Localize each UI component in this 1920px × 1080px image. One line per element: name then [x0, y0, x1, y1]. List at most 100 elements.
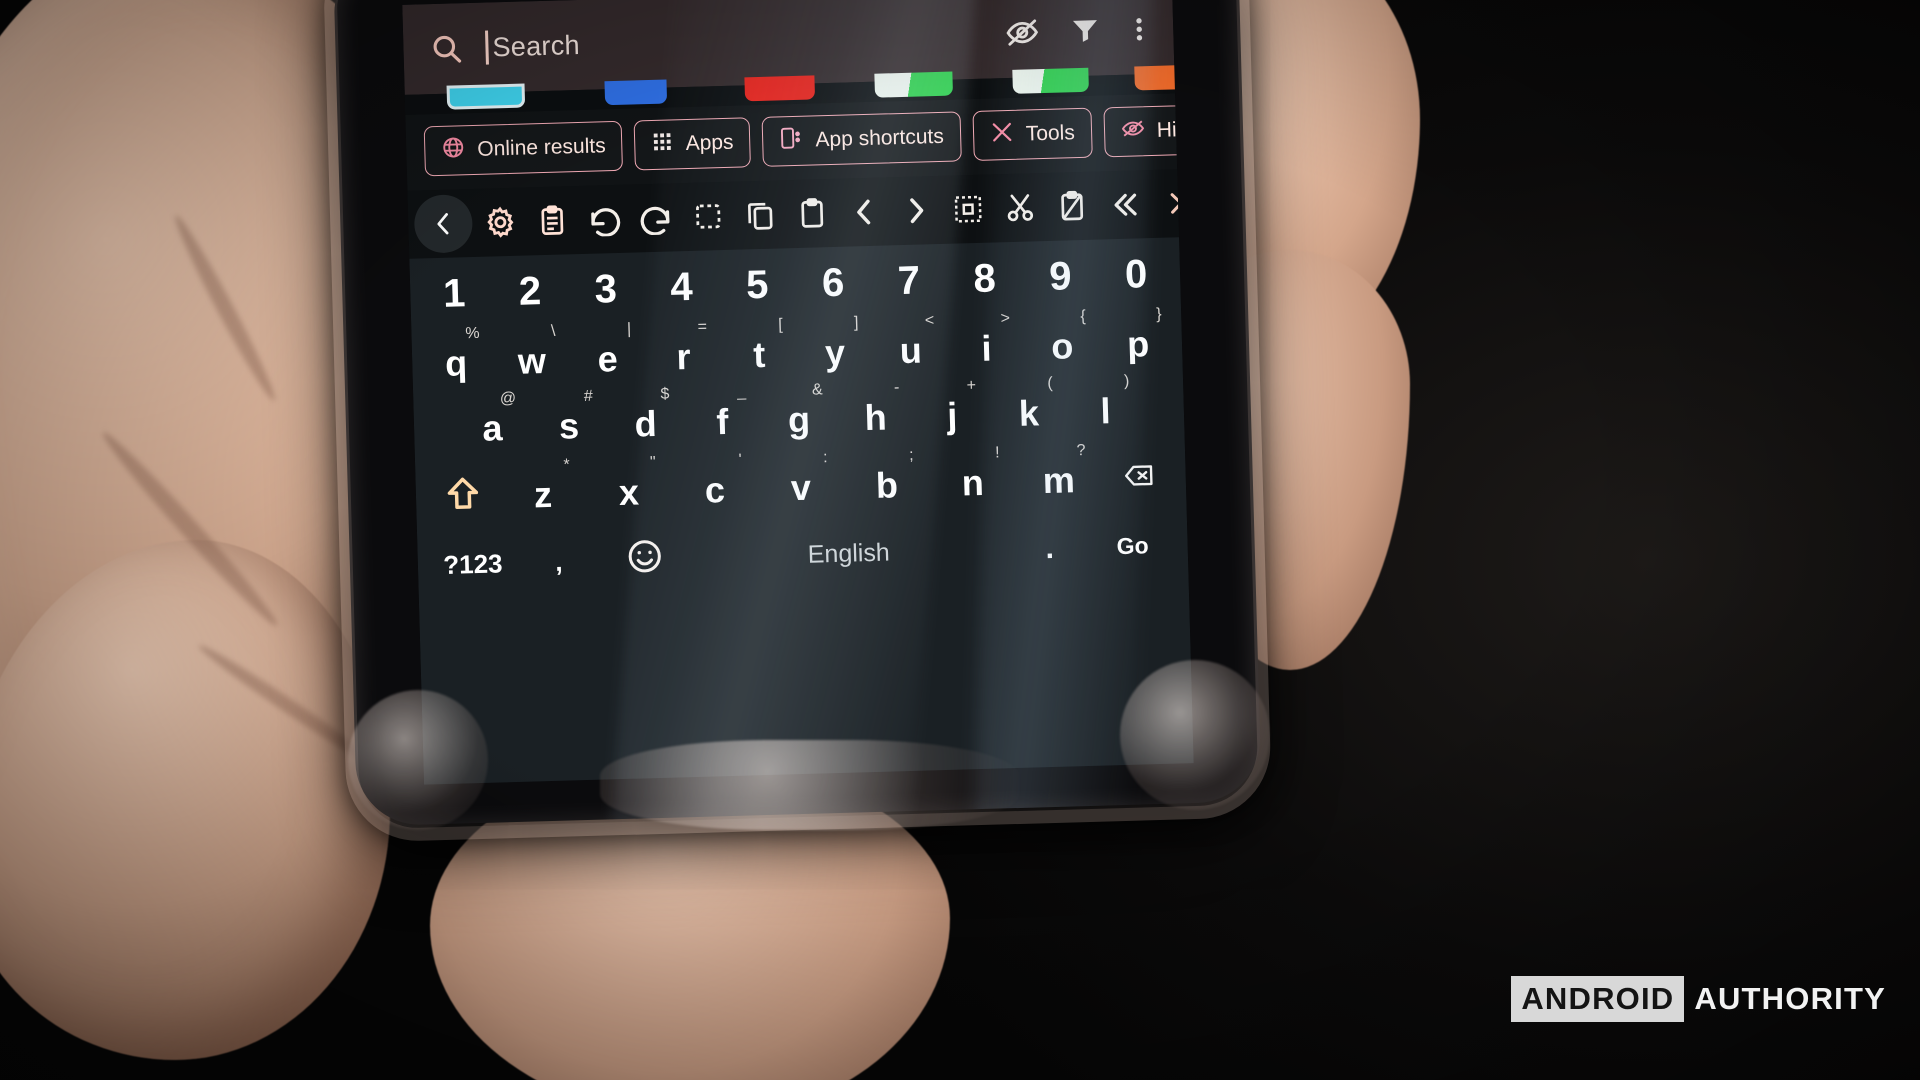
key-0[interactable]: 0: [1098, 252, 1175, 297]
key-x[interactable]: " x: [585, 453, 672, 512]
key-b[interactable]: ; b: [843, 446, 930, 505]
cut-button[interactable]: [993, 181, 1046, 234]
key-f[interactable]: _ f: [684, 383, 762, 442]
cursor-left-button[interactable]: [838, 185, 891, 238]
chip-label: App shortcuts: [815, 124, 945, 152]
key-s[interactable]: # s: [530, 388, 608, 447]
clear-clipboard-button[interactable]: [1045, 180, 1098, 233]
key-t[interactable]: [t: [721, 316, 798, 375]
key-5[interactable]: 5: [719, 263, 796, 308]
undo-button[interactable]: [578, 193, 631, 246]
key-r[interactable]: = r: [645, 319, 722, 378]
key-3[interactable]: 3: [567, 267, 644, 312]
emoji-icon: [626, 540, 665, 582]
key-m[interactable]: ? m: [1015, 441, 1102, 500]
chip-online-results[interactable]: Online results: [423, 120, 624, 177]
key-p[interactable]: } p: [1100, 306, 1177, 365]
case-corner: [348, 690, 488, 830]
chip-hidden[interactable]: Hidden: [1103, 103, 1178, 158]
select-all-button[interactable]: [682, 190, 735, 243]
key-1[interactable]: 1: [416, 271, 493, 316]
globe-icon: [441, 135, 466, 166]
key-d[interactable]: $ d: [607, 386, 685, 445]
jump-word-left-button[interactable]: [1097, 178, 1150, 231]
key-q[interactable]: % q: [418, 325, 495, 384]
eye-off-icon[interactable]: [1005, 15, 1040, 50]
swatch-cyan: [446, 83, 526, 110]
chip-label: Tools: [1025, 121, 1076, 146]
key-7[interactable]: 7: [870, 259, 947, 304]
key-g[interactable]: & g: [760, 381, 838, 440]
emoji-key[interactable]: [601, 536, 688, 583]
key-n[interactable]: ! n: [929, 444, 1016, 503]
key-u[interactable]: < u: [872, 312, 949, 371]
chip-app-shortcuts[interactable]: App shortcuts: [761, 111, 962, 167]
search-input[interactable]: Search: [485, 17, 984, 65]
select-region-button[interactable]: [941, 182, 994, 235]
key-9[interactable]: 9: [1022, 254, 1099, 299]
software-keyboard[interactable]: 1 2 3 4 5 6 7 8 9 0 % q \ w | e = r [t]…: [409, 237, 1194, 785]
watermark-brand: ANDROID: [1511, 976, 1685, 1022]
key-l[interactable]: ) l: [1067, 373, 1145, 432]
swatch-blue: [604, 79, 668, 106]
symbols-key[interactable]: ?123: [430, 548, 517, 581]
key-a[interactable]: @ a: [454, 390, 532, 449]
clipboard-button[interactable]: [526, 194, 579, 247]
swatch-green-white: [874, 71, 954, 98]
key-e[interactable]: | e: [569, 321, 646, 380]
cursor-right-button[interactable]: [889, 184, 942, 237]
search-placeholder: Search: [492, 29, 581, 62]
key-4[interactable]: 4: [643, 265, 720, 310]
key-i[interactable]: > i: [948, 310, 1025, 369]
text-caret: [485, 30, 489, 65]
eye-off-icon: [1120, 116, 1145, 147]
key-w[interactable]: \ w: [494, 323, 571, 382]
chip-label: Hidden: [1156, 117, 1178, 142]
phone-shortcut-icon: [779, 126, 804, 157]
tools-icon: [989, 120, 1014, 151]
backspace-icon: [1119, 460, 1158, 496]
jump-word-right-button[interactable]: [1149, 177, 1180, 230]
case-corner: [1120, 660, 1270, 810]
key-z[interactable]: * z: [500, 456, 587, 515]
key-o[interactable]: {o: [1024, 308, 1101, 367]
keyboard-row-home: @ a # s $ d _ f & g -h + j (k ) l: [420, 373, 1179, 449]
key-6[interactable]: 6: [795, 261, 872, 306]
period-key[interactable]: .: [1009, 530, 1090, 566]
photo-scene: Search Online results Apps App shortcuts…: [0, 0, 1920, 1080]
key-v[interactable]: :v: [757, 449, 844, 508]
keyboard-row-bottom: * z " x ' c :v ; b ! n ? m: [421, 441, 1180, 519]
watermark: ANDROID AUTHORITY: [1511, 976, 1886, 1022]
key-k[interactable]: (k: [990, 375, 1068, 434]
swatch-orange: [1134, 64, 1194, 91]
hand-thumb-base: [0, 540, 390, 1060]
shift-key[interactable]: [425, 474, 500, 519]
filter-icon[interactable]: [1069, 13, 1104, 48]
chip-tools[interactable]: Tools: [972, 107, 1093, 161]
settings-button[interactable]: [474, 196, 527, 249]
keyboard-row-top: % q \ w | e = r [t ] y < u > i {o } p: [418, 306, 1177, 384]
go-key[interactable]: Go: [1089, 532, 1176, 561]
key-c[interactable]: ' c: [671, 451, 758, 510]
overflow-menu-icon[interactable]: [1133, 12, 1148, 46]
paste-button[interactable]: [786, 187, 839, 240]
chip-label: Online results: [477, 134, 606, 161]
collapse-toolbar-button[interactable]: [413, 194, 474, 254]
keyboard-row-numbers: 1 2 3 4 5 6 7 8 9 0: [416, 252, 1175, 316]
key-j[interactable]: + j: [913, 377, 991, 436]
spacebar[interactable]: English: [687, 535, 1010, 573]
redo-button[interactable]: [630, 191, 683, 244]
phone-device: Search Online results Apps App shortcuts…: [333, 0, 1262, 827]
chip-apps[interactable]: Apps: [633, 117, 752, 171]
backspace-key[interactable]: [1101, 459, 1176, 496]
copy-button[interactable]: [734, 188, 787, 241]
comma-key[interactable]: ,: [515, 546, 602, 579]
swatch-green: [1012, 67, 1089, 94]
key-h[interactable]: -h: [837, 379, 915, 438]
key-2[interactable]: 2: [492, 269, 569, 314]
key-y[interactable]: ] y: [797, 314, 874, 373]
watermark-word: AUTHORITY: [1694, 981, 1886, 1016]
keyboard-row-space: ?123 , English . Go: [423, 522, 1182, 588]
key-8[interactable]: 8: [946, 256, 1023, 301]
case-corner: [600, 740, 1020, 830]
